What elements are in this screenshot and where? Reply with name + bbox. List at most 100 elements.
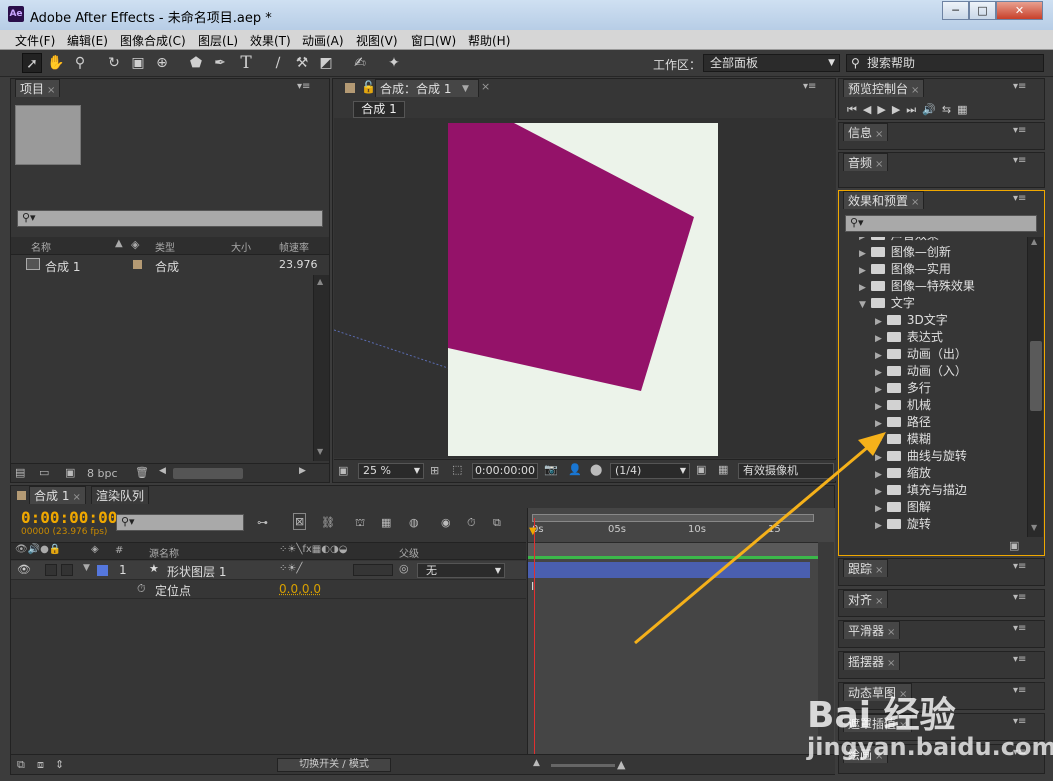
search-help-input[interactable]: ⚲ 搜索帮助 — [846, 54, 1044, 72]
parent-dropdown[interactable]: 无 ▼ — [417, 563, 505, 578]
layer-name[interactable]: 形状图层 1 — [167, 563, 226, 580]
effects-scrollbar[interactable]: ▲ ▼ — [1027, 237, 1043, 537]
effects-tree-item[interactable]: ▶ 动画（入） — [875, 363, 967, 380]
effects-tree-item[interactable]: ▶ 填充与描边 — [875, 482, 967, 499]
panel-menu-icon[interactable]: ▾≡ — [1013, 155, 1026, 166]
brush-tool-icon[interactable]: ∕ — [268, 53, 288, 73]
close-icon[interactable]: × — [911, 197, 919, 208]
expand-right-icon[interactable]: ▶ — [875, 368, 882, 378]
scroll-left-icon[interactable]: ◀ — [159, 466, 166, 476]
color-channel-icon[interactable]: ⬤ — [590, 463, 602, 476]
comp-navigator-button[interactable]: 合成 1 — [353, 101, 405, 118]
close-icon[interactable]: × — [875, 129, 883, 140]
panel-menu-icon[interactable]: ▾≡ — [1013, 623, 1026, 634]
motion-blur-icon[interactable]: ▦ — [381, 516, 391, 529]
menu-edit[interactable]: 编辑(E) — [67, 32, 108, 49]
zoom-slider[interactable] — [551, 764, 615, 767]
stopwatch-icon[interactable]: ⏱ — [137, 582, 146, 596]
camera-tool-icon[interactable]: ▣ — [128, 53, 148, 73]
effects-tree-item[interactable]: ▶ 声音效果 — [859, 237, 939, 244]
effects-tree-item[interactable]: ▶ 3D文字 — [875, 312, 948, 329]
lock-icon[interactable]: 🔓 — [361, 80, 376, 94]
expand-triangle-icon[interactable]: ▼ — [83, 563, 90, 573]
effects-tree-item[interactable]: ▶ 图像—特殊效果 — [859, 278, 975, 295]
close-icon[interactable]: × — [887, 627, 895, 638]
solo-toggle[interactable] — [45, 564, 57, 576]
menu-view[interactable]: 视图(V) — [356, 32, 398, 49]
maximize-button[interactable]: □ — [969, 1, 996, 20]
expand-right-icon[interactable]: ▶ — [859, 283, 866, 293]
camera-dropdown[interactable]: 有效摄像机 — [738, 463, 834, 479]
playhead-marker-icon[interactable]: ▼ — [529, 526, 537, 537]
expand-right-icon[interactable]: ▶ — [875, 419, 882, 429]
close-icon[interactable]: × — [875, 596, 883, 607]
effects-tree-item[interactable]: ▶ 图解 — [875, 499, 931, 516]
new-animation-preset-icon[interactable]: ▣ — [1009, 539, 1019, 552]
close-icon[interactable]: × — [875, 159, 883, 170]
panel-menu-icon[interactable]: ▾≡ — [1013, 592, 1026, 603]
scroll-right-icon[interactable]: ▶ — [299, 466, 306, 476]
text-tool-icon[interactable]: T — [236, 53, 256, 73]
close-icon[interactable]: × — [887, 658, 895, 669]
expand-right-icon[interactable]: ▶ — [859, 237, 866, 242]
expand-right-icon[interactable]: ▶ — [875, 436, 882, 446]
scroll-up-icon[interactable]: ▲ — [1031, 237, 1037, 246]
tab-effects-presets[interactable]: 效果和预置 × — [843, 191, 925, 209]
expand-right-icon[interactable]: ▶ — [875, 521, 882, 531]
pen-tool-icon[interactable]: ✒ — [210, 53, 230, 73]
toggle-switches-modes-button[interactable]: 切换开关 / 模式 — [277, 758, 391, 772]
table-row[interactable]: 👁 ▼ 1 ★ 形状图层 1 ⁘☀╱ ◎ 无 ▼ — [11, 561, 526, 580]
minimize-button[interactable]: ─ — [942, 1, 969, 20]
scroll-down-icon[interactable]: ▼ — [317, 447, 323, 456]
horizontal-scroll-thumb[interactable] — [173, 468, 243, 479]
panel-menu-icon[interactable]: ▾≡ — [1013, 125, 1026, 136]
tab-tracker[interactable]: 跟踪 × — [843, 559, 889, 577]
comp-canvas[interactable] — [448, 123, 718, 456]
tab-audio[interactable]: 音频 × — [843, 153, 889, 171]
panel-menu-icon[interactable]: ▾≡ — [1013, 193, 1026, 204]
sort-up-icon[interactable]: ▲ — [115, 238, 123, 249]
property-row[interactable]: ⏱ 定位点 0.0,0.0 — [11, 581, 526, 599]
menu-layer[interactable]: 图层(L) — [198, 32, 238, 49]
effects-tree-item[interactable]: ▶ 旋转 — [875, 516, 931, 533]
draft-3d-icon[interactable]: ⊠ — [293, 513, 307, 530]
expand-modes-icon[interactable]: ⧈ — [37, 758, 44, 772]
menu-window[interactable]: 窗口(W) — [411, 32, 456, 49]
col-framerate[interactable]: 帧速率 — [279, 239, 309, 254]
bpc-label[interactable]: 8 bpc — [87, 467, 118, 480]
region-of-interest-icon[interactable]: ▣ — [696, 463, 706, 476]
zoom-dropdown[interactable]: 25 % ▼ — [358, 463, 424, 479]
effects-tree-item[interactable]: ▶ 模糊 — [875, 431, 931, 448]
menu-help[interactable]: 帮助(H) — [468, 32, 510, 49]
project-scrollbar[interactable]: ▲ ▼ — [313, 275, 329, 461]
hand-tool-icon[interactable]: ✋ — [46, 53, 66, 73]
tab-wiggler[interactable]: 摇摆器 × — [843, 652, 901, 670]
tab-smoother[interactable]: 平滑器 × — [843, 621, 901, 639]
timer-icon[interactable]: ⏱ — [467, 516, 476, 530]
expand-right-icon[interactable]: ▶ — [875, 334, 882, 344]
panel-menu-icon[interactable]: ▾≡ — [803, 81, 816, 92]
close-window-button[interactable]: ✕ — [996, 1, 1043, 20]
menu-effect[interactable]: 效果(T) — [250, 32, 291, 49]
shape-tool-icon[interactable]: ⬟ — [186, 53, 206, 73]
tab-preview[interactable]: 预览控制台 × — [843, 79, 925, 97]
panel-menu-icon[interactable]: ▾≡ — [1013, 81, 1026, 92]
effects-tree-item[interactable]: ▶ 图像—实用 — [859, 261, 951, 278]
panel-menu-icon[interactable]: ▾≡ — [1013, 561, 1026, 572]
track-area[interactable]: 0s 05s 10s 15 ▼ I — [527, 508, 835, 774]
timeline-timecode[interactable]: 0:00:00:00 — [21, 508, 117, 527]
panel-menu-icon[interactable]: ▾≡ — [1013, 716, 1026, 727]
new-folder-icon[interactable]: ▭ — [39, 466, 49, 479]
snapshot-icon[interactable]: 📷 — [544, 463, 558, 476]
expand-right-icon[interactable]: ▶ — [859, 249, 866, 259]
effects-tree-item[interactable]: ▶ 表达式 — [875, 329, 943, 346]
new-composition-icon[interactable]: ▣ — [65, 466, 75, 479]
zoom-tool-icon[interactable]: ⚲ — [70, 53, 90, 73]
trash-icon[interactable]: 🗑 — [135, 466, 149, 479]
effects-scroll-thumb[interactable] — [1030, 341, 1042, 411]
magnification-icon[interactable]: ▣ — [338, 464, 348, 477]
expand-right-icon[interactable]: ▶ — [859, 266, 866, 276]
frame-blending-icon[interactable]: ⛫ — [355, 516, 365, 531]
pick-whip-icon[interactable]: ◎ — [399, 562, 409, 575]
expand-down-icon[interactable]: ▼ — [859, 300, 866, 310]
